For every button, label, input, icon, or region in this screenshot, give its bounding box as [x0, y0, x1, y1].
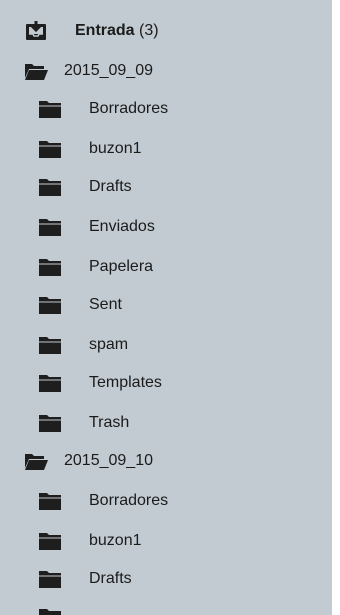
folder-label: Borradores: [89, 492, 169, 509]
folder-label: spam: [89, 336, 129, 353]
folder-item-sent[interactable]: Sent: [0, 286, 332, 324]
folder-item-papelera[interactable]: Papelera: [0, 248, 332, 286]
folder-icon: [38, 216, 62, 238]
folder-item-2015-09-10[interactable]: 2015_09_10: [0, 442, 332, 480]
unread-count: (3): [139, 22, 159, 39]
folder-label: Drafts: [89, 178, 132, 195]
folder-icon: [38, 176, 62, 198]
folder-icon: [38, 138, 62, 160]
folder-icon: [38, 98, 62, 120]
folder-icon: [38, 490, 62, 512]
folder-item-borradores[interactable]: Borradores: [0, 482, 332, 520]
folder-item-borradores[interactable]: Borradores: [0, 90, 332, 128]
folder-label: Enviados: [89, 218, 155, 235]
folder-label: Borradores: [89, 100, 169, 117]
folder-item-buzon1[interactable]: buzon1: [0, 522, 332, 560]
folder-item-2015-09-09[interactable]: 2015_09_09: [0, 52, 332, 90]
folder-icon: [38, 334, 62, 356]
folder-item-entrada[interactable]: Entrada (3): [0, 12, 332, 50]
folder-icon: [38, 294, 62, 316]
folder-label: Sent: [89, 296, 122, 313]
folder-tree-panel: Entrada (3) 2015_09_09 Borradores buzon1…: [0, 0, 332, 615]
panel-edge: [332, 0, 340, 615]
folder-item-buzon1[interactable]: buzon1: [0, 130, 332, 168]
folder-label: 2015_09_09: [64, 62, 153, 79]
folder-icon: [38, 372, 62, 394]
folder-item-templates[interactable]: Templates: [0, 364, 332, 402]
folder-item-enviados[interactable]: Enviados: [0, 208, 332, 246]
inbox-download-icon: [24, 20, 48, 42]
folder-icon: [38, 606, 62, 615]
folder-icon: [38, 412, 62, 434]
folder-label: buzon1: [89, 140, 142, 157]
folder-label: buzon1: [89, 532, 142, 549]
folder-label: 2015_09_10: [64, 452, 153, 469]
folder-label: Trash: [89, 414, 130, 431]
folder-item-trash[interactable]: Trash: [0, 404, 332, 442]
folder-icon: [38, 568, 62, 590]
folder-icon: [38, 530, 62, 552]
folder-item-partial[interactable]: [0, 598, 332, 615]
folder-item-spam[interactable]: spam: [0, 326, 332, 364]
folder-label: Drafts: [89, 570, 132, 587]
folder-open-icon: [24, 60, 48, 82]
folder-label: Templates: [89, 374, 162, 391]
folder-open-icon: [24, 450, 48, 472]
folder-icon: [38, 256, 62, 278]
folder-item-drafts[interactable]: Drafts: [0, 168, 332, 206]
folder-item-drafts[interactable]: Drafts: [0, 560, 332, 598]
folder-label: Entrada: [75, 22, 135, 39]
folder-label: Papelera: [89, 258, 154, 275]
